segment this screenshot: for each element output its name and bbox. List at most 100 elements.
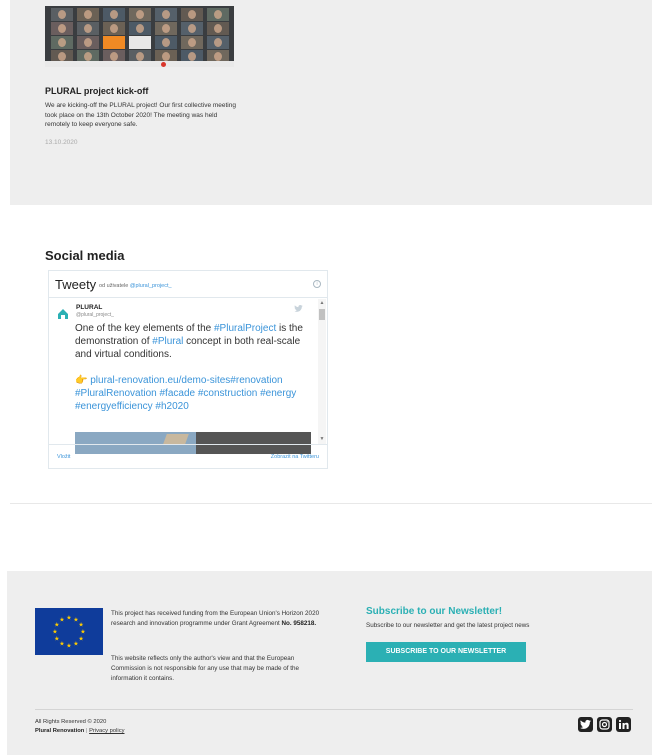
newsletter-description: Subscribe to our newsletter and get the …: [366, 622, 530, 629]
video-tile: [129, 8, 151, 21]
video-tile: [77, 8, 99, 21]
section-divider: [10, 503, 652, 504]
brand-name: Plural Renovation: [35, 728, 85, 734]
participant-face: [58, 10, 66, 19]
site-footer: ★ ★ ★ ★ ★ ★ ★ ★ ★ ★ ★ ★ This project has received f…: [7, 571, 652, 755]
participant-face: [188, 38, 196, 47]
participant-face: [162, 10, 170, 19]
participant-face: [110, 10, 118, 19]
tweet-text: One of the key elements of the #PluralPr…: [75, 323, 303, 360]
twitter-widget-from: od uživatele @plural_project_: [99, 283, 172, 289]
scroll-up-icon[interactable]: ▲: [318, 300, 326, 307]
participant-face: [214, 10, 222, 19]
twitter-widget-title: Tweety: [55, 277, 97, 292]
newsletter-title: Subscribe to our Newsletter!: [366, 606, 503, 617]
scrollbar-thumb[interactable]: [319, 309, 325, 320]
video-tile: [77, 36, 99, 49]
tweet-author-handle[interactable]: @plural_project_: [76, 312, 114, 318]
linkedin-icon[interactable]: [616, 717, 631, 732]
embed-link[interactable]: Vložit: [57, 454, 70, 460]
participant-face: [84, 38, 92, 47]
twitter-widget-header: Tweety od uživatele @plural_project_ i: [49, 271, 327, 298]
participant-face: [188, 52, 196, 61]
tweet-links[interactable]: 👉 plural-renovation.eu/demo-sites#renova…: [75, 374, 315, 413]
copyright-text: All Rights Reserved © 2020: [35, 719, 107, 725]
tweet: PLURAL @plural_project_ One of the key e…: [49, 299, 319, 454]
hashtag-link[interactable]: #PluralProject: [214, 323, 276, 334]
footer-divider: [35, 709, 633, 710]
social-media-heading: Social media: [45, 248, 125, 263]
eu-star-icon: ★: [54, 636, 59, 643]
eu-flag-icon: ★★★★★★★★★ ★ ★★: [35, 608, 103, 655]
video-tile: [181, 22, 203, 35]
eu-star-icon: ★: [78, 622, 83, 629]
scroll-down-icon[interactable]: ▼: [318, 436, 326, 443]
twitter-widget-footer: Vložit Zobrazit na Twitteru: [49, 444, 327, 468]
twitter-timeline-widget: Tweety od uživatele @plural_project_ i P…: [48, 270, 328, 469]
separator: |: [85, 728, 88, 734]
participant-face: [110, 52, 118, 61]
pointing-hand-icon: 👉: [75, 375, 88, 386]
participant-face: [188, 10, 196, 19]
participant-face: [136, 24, 144, 33]
video-tile: [181, 36, 203, 49]
news-excerpt: We are kicking-off the PLURAL project! O…: [45, 102, 236, 128]
video-tile: [129, 36, 151, 49]
news-date: 13.10.2020: [45, 139, 78, 146]
news-title[interactable]: PLURAL project kick-off: [45, 86, 148, 96]
participant-face: [214, 38, 222, 47]
video-tile: [129, 22, 151, 35]
video-tile: [181, 8, 203, 21]
participant-face: [84, 10, 92, 19]
video-tile: [103, 22, 125, 35]
video-tile: [51, 8, 73, 21]
video-tile: [207, 36, 229, 49]
info-icon[interactable]: i: [313, 280, 321, 288]
tweet-author-name[interactable]: PLURAL: [76, 304, 102, 311]
participant-face: [136, 52, 144, 61]
eu-star-icon: ★: [66, 643, 71, 650]
video-call-toolbar: [45, 61, 234, 67]
participant-face: [214, 52, 222, 61]
subscribe-newsletter-button[interactable]: SUBSCRIBE TO OUR NEWSLETTER: [366, 642, 526, 662]
participant-face: [58, 24, 66, 33]
participant-face: [162, 52, 170, 61]
video-tile: [51, 22, 73, 35]
eu-star-icon: ★: [80, 629, 85, 636]
eu-star-icon: ★: [52, 629, 57, 636]
twitter-bird-icon[interactable]: [294, 305, 303, 312]
twitter-user-link[interactable]: @plural_project_: [130, 283, 172, 289]
video-tile: [155, 22, 177, 35]
participant-face: [162, 38, 170, 47]
participant-face: [136, 10, 144, 19]
hashtag-link[interactable]: #Plural: [152, 336, 183, 347]
participant-face: [110, 24, 118, 33]
eu-star-icon: ★: [59, 641, 64, 648]
privacy-policy-link[interactable]: Privacy policy: [89, 728, 124, 734]
video-tile: [103, 36, 125, 49]
video-tile: [103, 8, 125, 21]
news-thumbnail-image[interactable]: [45, 6, 234, 67]
eu-star-icon: ★: [59, 616, 64, 623]
instagram-icon[interactable]: [597, 717, 612, 732]
participant-face: [214, 24, 222, 33]
news-section: PLURAL project kick-off We are kicking-o…: [10, 0, 652, 205]
video-tile: [77, 22, 99, 35]
eu-star-icon: ★: [66, 615, 71, 622]
video-tile: [51, 36, 73, 49]
video-tile: [207, 8, 229, 21]
social-icons: [578, 717, 633, 734]
disclaimer-statement: This website reflects only the author's …: [111, 655, 299, 682]
video-tile: [155, 36, 177, 49]
twitter-icon[interactable]: [578, 717, 593, 732]
plural-avatar-icon[interactable]: [56, 307, 70, 321]
funding-statement: This project has received funding from t…: [111, 610, 320, 627]
participant-face: [84, 52, 92, 61]
view-on-twitter-link[interactable]: Zobrazit na Twitteru: [271, 454, 319, 460]
tweet-scrollbar[interactable]: ▲ ▼: [318, 299, 326, 444]
participant-face: [188, 24, 196, 33]
brand-line: Plural Renovation | Privacy policy: [35, 728, 125, 734]
video-tile: [155, 8, 177, 21]
video-tile: [207, 22, 229, 35]
participant-face: [58, 52, 66, 61]
